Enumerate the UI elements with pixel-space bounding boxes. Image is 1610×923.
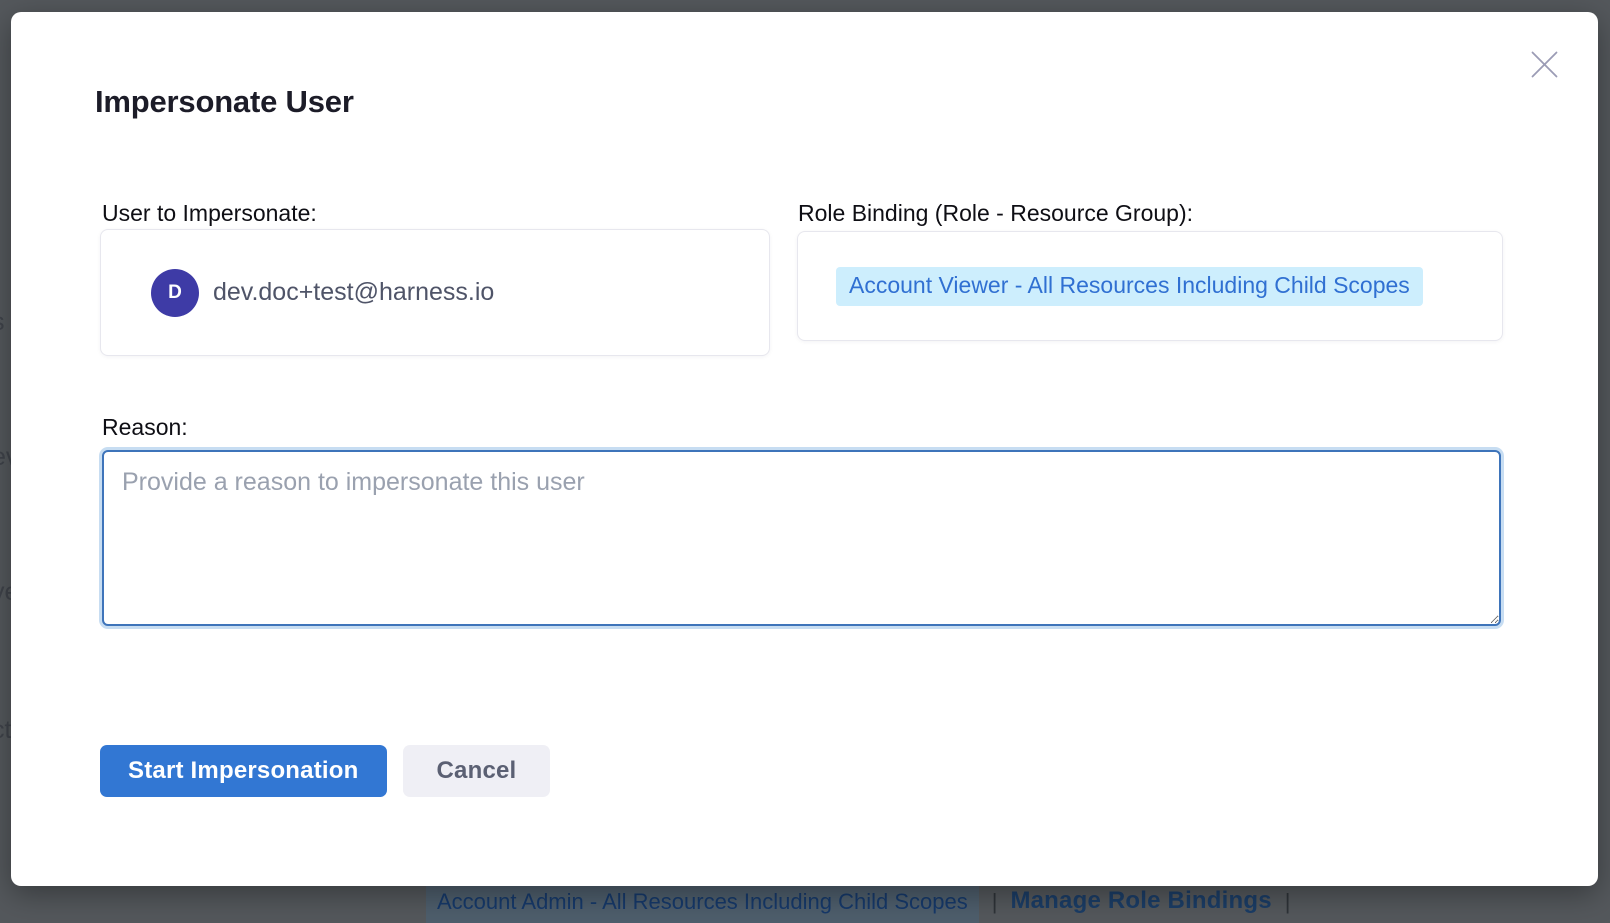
background-role-binding-tag: Account Admin - All Resources Including … — [426, 884, 979, 923]
divider: | — [992, 884, 998, 915]
close-icon — [1531, 51, 1558, 78]
background-role-binding-row: Account Admin - All Resources Including … — [426, 884, 1291, 923]
background-text-fragment: s — [0, 308, 5, 337]
divider: | — [1285, 884, 1291, 915]
role-binding-card: Account Viewer - All Resources Including… — [797, 231, 1503, 341]
user-card: D dev.doc+test@harness.io — [100, 229, 770, 356]
close-button[interactable] — [1516, 36, 1572, 92]
start-impersonation-button[interactable]: Start Impersonation — [100, 745, 387, 797]
user-email: dev.doc+test@harness.io — [213, 278, 494, 307]
user-to-impersonate-label: User to Impersonate: — [102, 200, 317, 227]
dialog-actions: Start Impersonation Cancel — [100, 745, 550, 797]
role-binding-tag: Account Viewer - All Resources Including… — [836, 267, 1423, 306]
cancel-button[interactable]: Cancel — [403, 745, 551, 797]
dialog-title: Impersonate User — [95, 84, 354, 120]
user-avatar: D — [151, 269, 199, 317]
background-text-fragment: ct — [0, 716, 11, 745]
manage-role-bindings-link: Manage Role Bindings — [1010, 884, 1271, 915]
reason-input[interactable] — [102, 450, 1501, 626]
role-binding-label: Role Binding (Role - Resource Group): — [798, 200, 1193, 227]
impersonate-user-dialog: Impersonate User User to Impersonate: D … — [11, 12, 1598, 886]
reason-label: Reason: — [102, 414, 188, 441]
